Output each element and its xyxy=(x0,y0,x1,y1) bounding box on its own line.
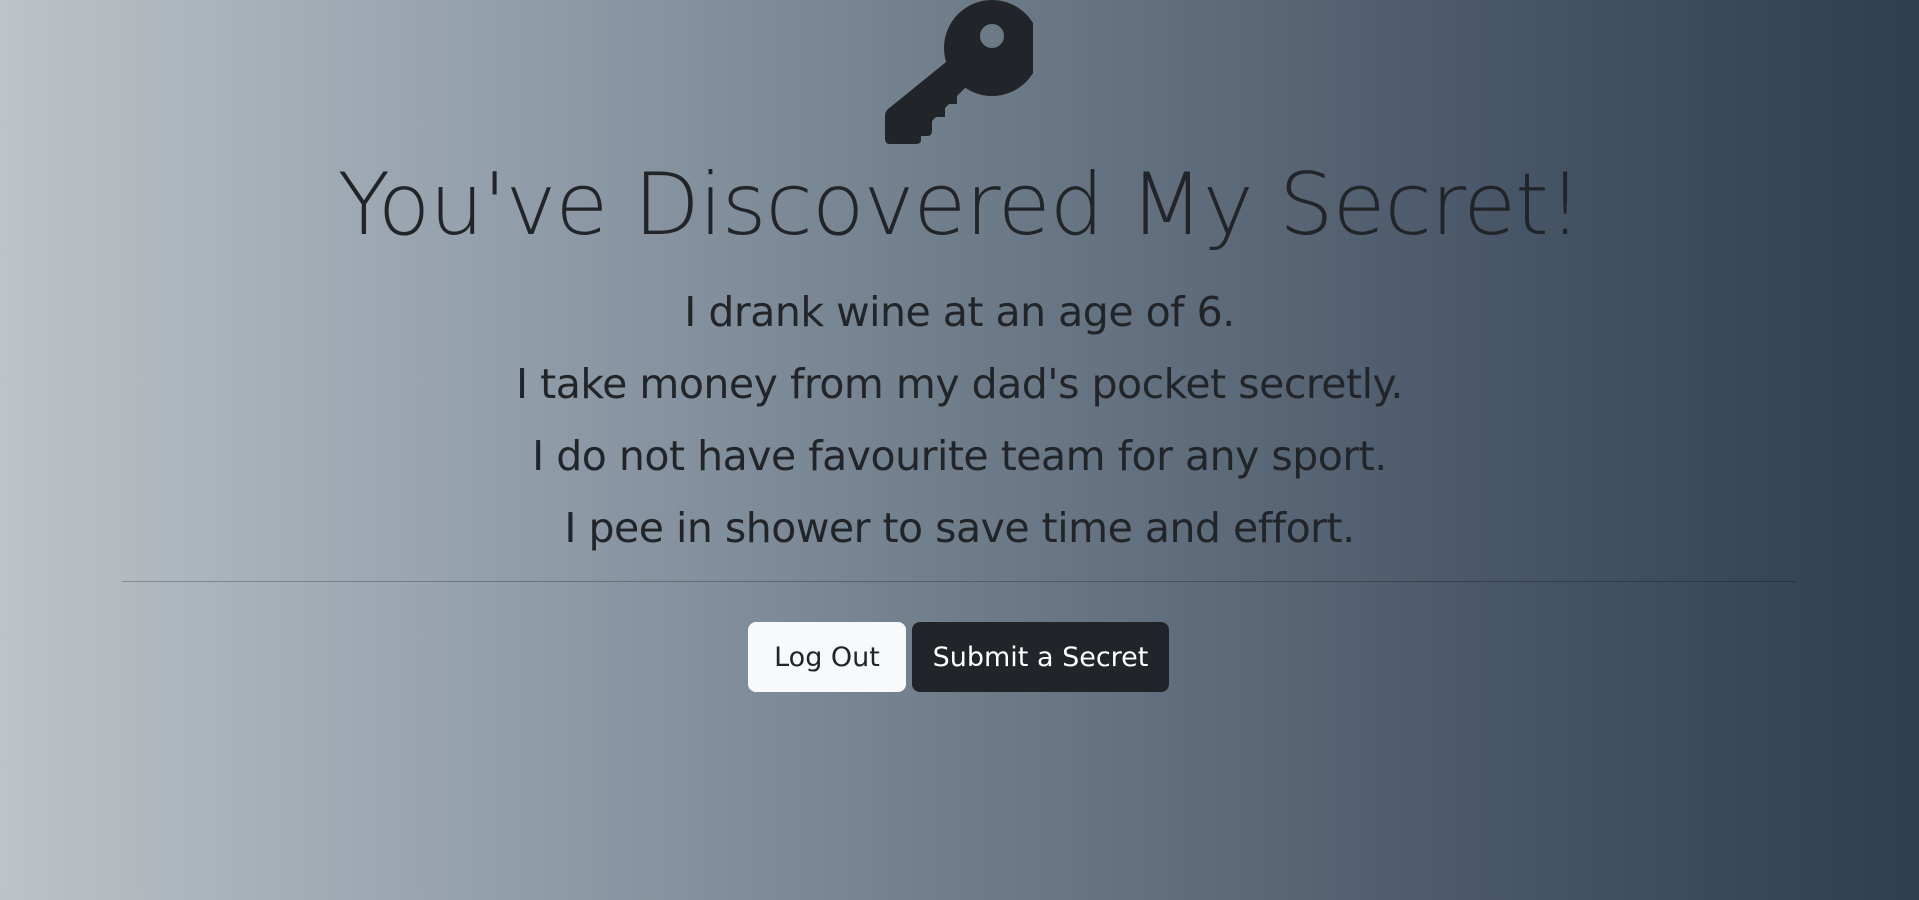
logout-button[interactable]: Log Out xyxy=(748,622,906,692)
submit-secret-button[interactable]: Submit a Secret xyxy=(912,622,1169,692)
secret-item: I pee in shower to save time and effort. xyxy=(564,504,1355,552)
secret-item: I take money from my dad's pocket secret… xyxy=(516,360,1403,408)
key-icon xyxy=(885,0,1033,144)
action-buttons: Log Out Submit a Secret xyxy=(748,622,1169,692)
secret-item: I drank wine at an age of 6. xyxy=(684,288,1235,336)
secret-item: I do not have favourite team for any spo… xyxy=(532,432,1387,480)
jumbotron: You've Discovered My Secret! I drank win… xyxy=(0,0,1919,900)
divider xyxy=(122,581,1797,582)
secrets-list: I drank wine at an age of 6. I take mone… xyxy=(0,276,1919,564)
page-title: You've Discovered My Secret! xyxy=(337,155,1583,255)
